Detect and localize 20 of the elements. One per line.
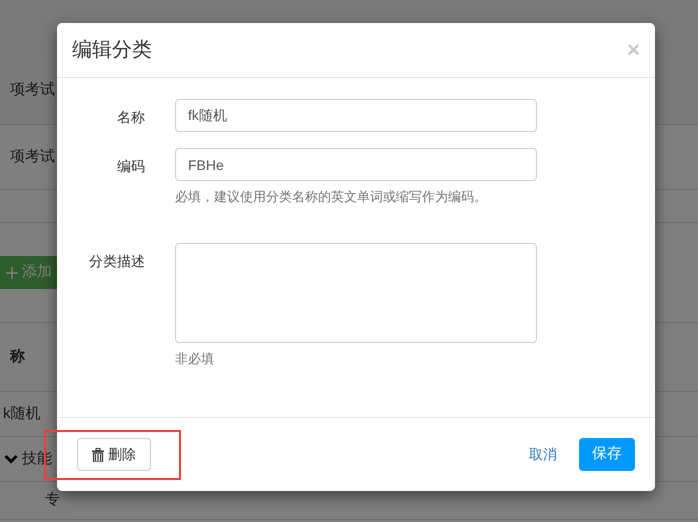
help-text: 非必填 (175, 350, 215, 368)
field-label: 编码 (117, 157, 145, 176)
delete-button[interactable]: 删除 (77, 438, 151, 471)
dialog-title: 编辑分类 (72, 38, 152, 63)
table-cell-text: k随机 (3, 404, 40, 424)
column-header: 称 (10, 346, 25, 367)
text-field[interactable]: FBHe (175, 148, 537, 181)
field-label: 名称 (117, 108, 145, 127)
chevron-down-icon (4, 454, 18, 464)
cancel-link[interactable]: 取消 (529, 444, 557, 465)
save-button[interactable]: 保存 (579, 438, 635, 471)
help-text: 必填，建议使用分类名称的英文单词或缩写作为编码。 (175, 188, 488, 206)
plus-icon (6, 266, 18, 278)
field-label: 分类描述 (89, 252, 145, 270)
description-field[interactable] (175, 242, 537, 342)
trash-icon (92, 448, 104, 462)
section-title: 项考试 (10, 80, 55, 100)
text-field[interactable]: fk随机 (175, 99, 537, 132)
section-title: 项考试 (10, 146, 55, 167)
table-cell-text: 专 (45, 490, 60, 510)
